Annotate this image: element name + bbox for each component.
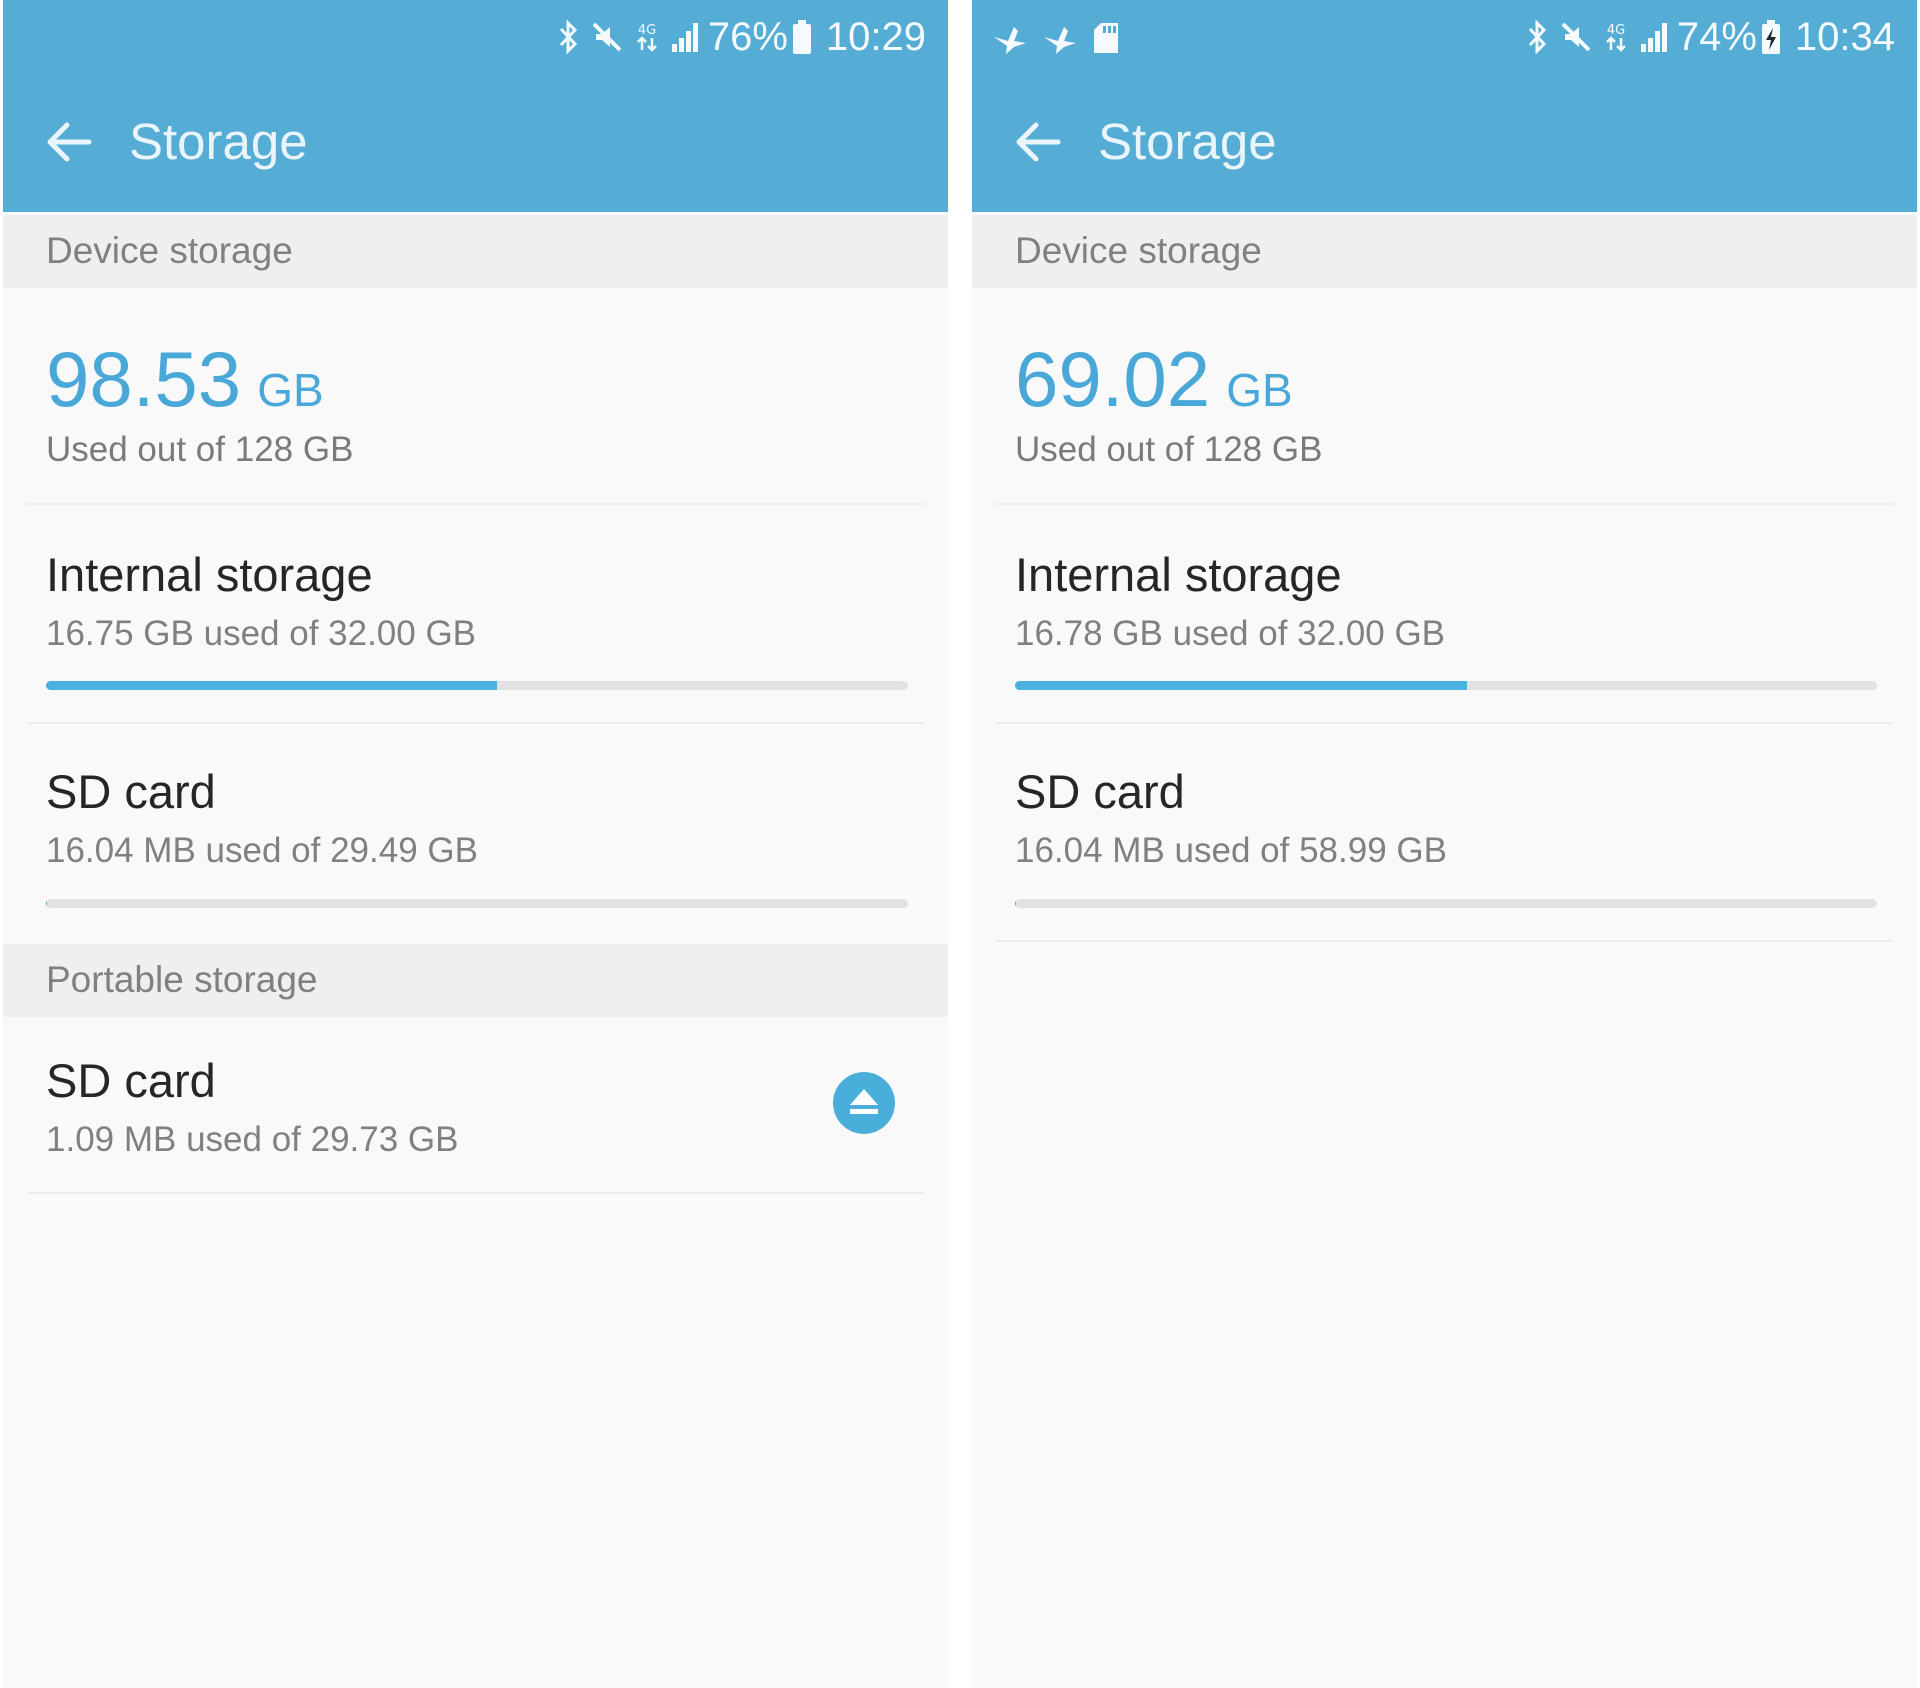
item-usage: 16.78 GB used of 32.00 GB (1015, 614, 1446, 653)
section-header-label: Portable storage (46, 959, 318, 1000)
page-title: Storage (1098, 113, 1277, 170)
eject-button[interactable] (833, 1072, 895, 1134)
divider (27, 1192, 924, 1194)
portable-sd-card-item[interactable]: SD card 1.09 MB used of 29.73 GB (3, 1017, 948, 1192)
internal-storage-progress-bar (46, 681, 908, 690)
item-usage: 16.75 GB used of 32.00 GB (46, 614, 477, 653)
storage-screen-left: 4G 76% 10:29 Storage Device storage 98.5… (3, 0, 948, 1688)
section-header-portable-storage: Portable storage (3, 944, 948, 1017)
status-time: 10:29 (825, 14, 926, 59)
used-storage-value: 69.02 GB (1015, 334, 1293, 425)
battery-percent: 74% (1676, 14, 1757, 59)
notification-icons (992, 12, 1134, 64)
internal-storage-item[interactable]: Internal storage 16.75 GB used of 32.00 … (3, 505, 948, 722)
used-storage-unit: GB (1226, 364, 1293, 416)
used-storage-total: Used out of 128 GB (46, 430, 354, 469)
item-title: Internal storage (1015, 548, 1342, 601)
mute-icon (592, 22, 622, 52)
used-storage-number: 98.53 (46, 335, 242, 423)
item-usage: 16.04 MB used of 58.99 GB (1015, 831, 1447, 870)
bluetooth-icon (559, 20, 577, 54)
sd-card-progress-bar (46, 899, 908, 908)
battery-percent: 76% (707, 14, 788, 59)
status-time: 10:34 (1794, 14, 1895, 59)
item-title: SD card (46, 765, 216, 818)
4g-icon: 4G (636, 23, 657, 52)
sd-card-progress-bar (1015, 899, 1877, 908)
page-title: Storage (129, 113, 308, 170)
status-bar: 4G 76% 10:29 (548, 8, 926, 66)
section-header-device-storage: Device storage (3, 215, 948, 288)
svg-text:4G: 4G (638, 23, 656, 38)
item-title: Internal storage (46, 548, 373, 601)
bird-icon (1044, 27, 1076, 54)
used-storage-total: Used out of 128 GB (1015, 430, 1323, 469)
eject-icon (850, 1089, 878, 1114)
signal-icon (1640, 23, 1667, 52)
status-bar: 4G 74% 10:34 (1517, 8, 1895, 66)
app-bar: 4G 74% 10:34 Storage (972, 0, 1917, 212)
signal-icon (671, 23, 698, 52)
internal-storage-item[interactable]: Internal storage 16.78 GB used of 32.00 … (972, 505, 1917, 722)
battery-charging-icon (1761, 20, 1780, 54)
used-storage-number: 69.02 (1015, 335, 1211, 423)
storage-screen-right: 4G 74% 10:34 Storage Device storage 69.0… (972, 0, 1917, 1688)
divider (996, 940, 1893, 942)
item-title: SD card (1015, 765, 1185, 818)
arrow-left-icon (1016, 122, 1061, 162)
mute-icon (1561, 22, 1591, 52)
4g-icon: 4G (1605, 23, 1626, 52)
used-storage-value: 98.53 GB (46, 334, 324, 425)
sd-card-item[interactable]: SD card 16.04 MB used of 58.99 GB (972, 724, 1917, 941)
back-button[interactable] (1012, 116, 1064, 168)
internal-storage-progress-bar (1015, 681, 1877, 690)
sd-card-icon (1094, 23, 1118, 53)
sd-card-item[interactable]: SD card 16.04 MB used of 29.49 GB (3, 724, 948, 941)
section-header-label: Device storage (46, 230, 293, 271)
back-button[interactable] (43, 116, 95, 168)
arrow-left-icon (47, 122, 92, 162)
item-usage: 16.04 MB used of 29.49 GB (46, 831, 478, 870)
app-bar: 4G 76% 10:29 Storage (3, 0, 948, 212)
progress-fill (1015, 681, 1468, 690)
svg-text:4G: 4G (1607, 23, 1625, 38)
used-storage-unit: GB (257, 364, 324, 416)
section-header-device-storage: Device storage (972, 215, 1917, 288)
item-title: SD card (46, 1054, 216, 1107)
battery-icon (792, 20, 811, 54)
progress-fill (46, 681, 498, 690)
bluetooth-icon (1528, 20, 1546, 54)
bird-icon (994, 27, 1026, 54)
item-usage: 1.09 MB used of 29.73 GB (46, 1120, 459, 1159)
section-header-label: Device storage (1015, 230, 1262, 271)
